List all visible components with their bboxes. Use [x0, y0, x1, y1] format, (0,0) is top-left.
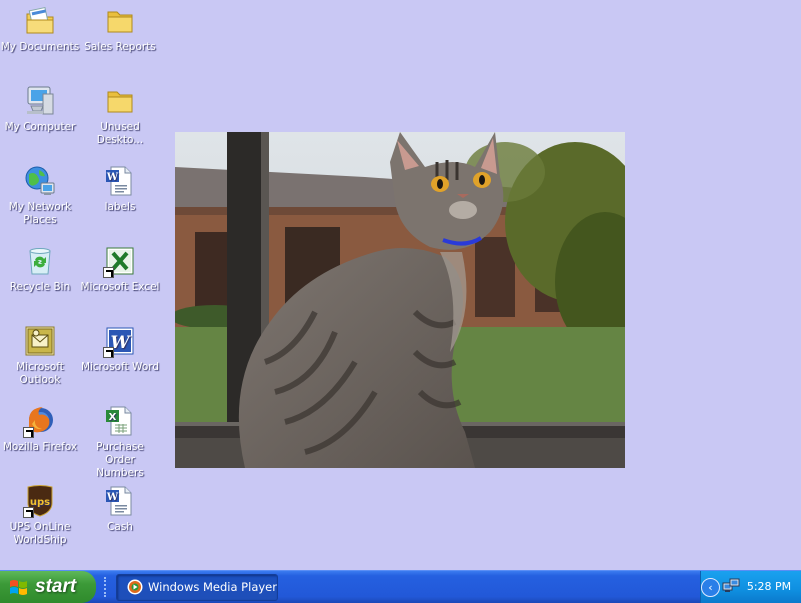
word-document-icon: W	[103, 164, 137, 198]
desktop-icon-label: Sales Reports	[84, 41, 156, 53]
wallpaper-cat-photo	[175, 132, 625, 468]
ups-icon: ups	[23, 484, 57, 518]
my-documents-icon	[23, 4, 57, 38]
desktop-icon-ups-online-worldship[interactable]: ups UPS OnLine WorldShip	[0, 482, 80, 547]
windows-logo-icon	[10, 580, 27, 595]
desktop-icon-label: Microsoft Outlook	[16, 361, 64, 386]
shortcut-arrow-icon	[103, 267, 114, 278]
folder-icon	[103, 4, 137, 38]
word-document-icon: W	[103, 484, 137, 518]
desktop-icon-sales-reports[interactable]: Sales Reports	[80, 2, 160, 54]
folder-icon	[103, 84, 137, 118]
tray-clock[interactable]: 5:28 PM	[744, 571, 794, 603]
desktop-icon-label: Mozilla Firefox	[2, 441, 78, 453]
taskbar-button-windows-media-player[interactable]: Windows Media Player	[116, 574, 278, 601]
desktop-icon-label: My Documents	[0, 41, 80, 53]
recycle-bin-icon	[23, 244, 57, 278]
shortcut-arrow-icon	[23, 507, 34, 518]
svg-text:X: X	[109, 412, 117, 423]
desktop-icon-labels[interactable]: W labels	[80, 162, 160, 214]
desktop-icon-label: My Computer	[4, 121, 76, 133]
svg-text:W: W	[106, 492, 119, 503]
taskbar: start Windows Media Player ‹ 5:28 PM	[0, 570, 801, 603]
desktop-icon-mozilla-firefox[interactable]: Mozilla Firefox	[0, 402, 80, 454]
start-button[interactable]: start	[0, 571, 96, 603]
word-icon: W	[103, 324, 137, 358]
desktop-icon-label: labels	[104, 201, 136, 213]
desktop-icon-microsoft-outlook[interactable]: Microsoft Outlook	[0, 322, 80, 387]
desktop-icon-recycle-bin[interactable]: Recycle Bin	[0, 242, 80, 294]
computer-icon	[23, 84, 57, 118]
desktop-icon-label: My Network Places	[8, 201, 72, 226]
desktop-icon-label: Purchase Order Numbers	[96, 441, 144, 479]
network-connection-icon[interactable]	[722, 578, 740, 594]
desktop-icon-my-computer[interactable]: My Computer	[0, 82, 80, 134]
taskbar-button-label: Windows Media Player	[148, 580, 277, 594]
excel-document-icon: X	[103, 404, 137, 438]
shortcut-arrow-icon	[23, 427, 34, 438]
taskbar-grip[interactable]	[104, 577, 110, 597]
desktop-icon-label: Unused Deskto...	[96, 121, 144, 146]
desktop-icon-label: Microsoft Excel	[80, 281, 160, 293]
shortcut-arrow-icon	[103, 347, 114, 358]
desktop-icon-unused-desktop[interactable]: Unused Deskto...	[80, 82, 160, 147]
desktop-icon-my-documents[interactable]: My Documents	[0, 2, 80, 54]
firefox-icon	[23, 404, 57, 438]
svg-text:W: W	[106, 172, 119, 183]
desktop-icon-purchase-order-numbers[interactable]: X Purchase Order Numbers	[80, 402, 160, 480]
desktop-icon-label: Cash	[107, 521, 133, 533]
desktop-icon-my-network-places[interactable]: My Network Places	[0, 162, 80, 227]
system-tray: ‹ 5:28 PM	[700, 571, 801, 603]
desktop-icon-label: Microsoft Word	[80, 361, 160, 373]
network-icon	[23, 164, 57, 198]
desktop-icon-microsoft-word[interactable]: W Microsoft Word	[80, 322, 160, 374]
desktop-icon-label: UPS OnLine WorldShip	[9, 521, 71, 546]
desktop-icon-cash[interactable]: W Cash	[80, 482, 160, 534]
desktop-icon-label: Recycle Bin	[9, 281, 71, 293]
desktop-icon-microsoft-excel[interactable]: Microsoft Excel	[80, 242, 160, 294]
outlook-icon	[23, 324, 57, 358]
excel-icon	[103, 244, 137, 278]
start-label: start	[35, 576, 77, 597]
windows-media-player-icon	[127, 579, 143, 595]
tray-expand-chevron-icon[interactable]: ‹	[701, 578, 720, 597]
